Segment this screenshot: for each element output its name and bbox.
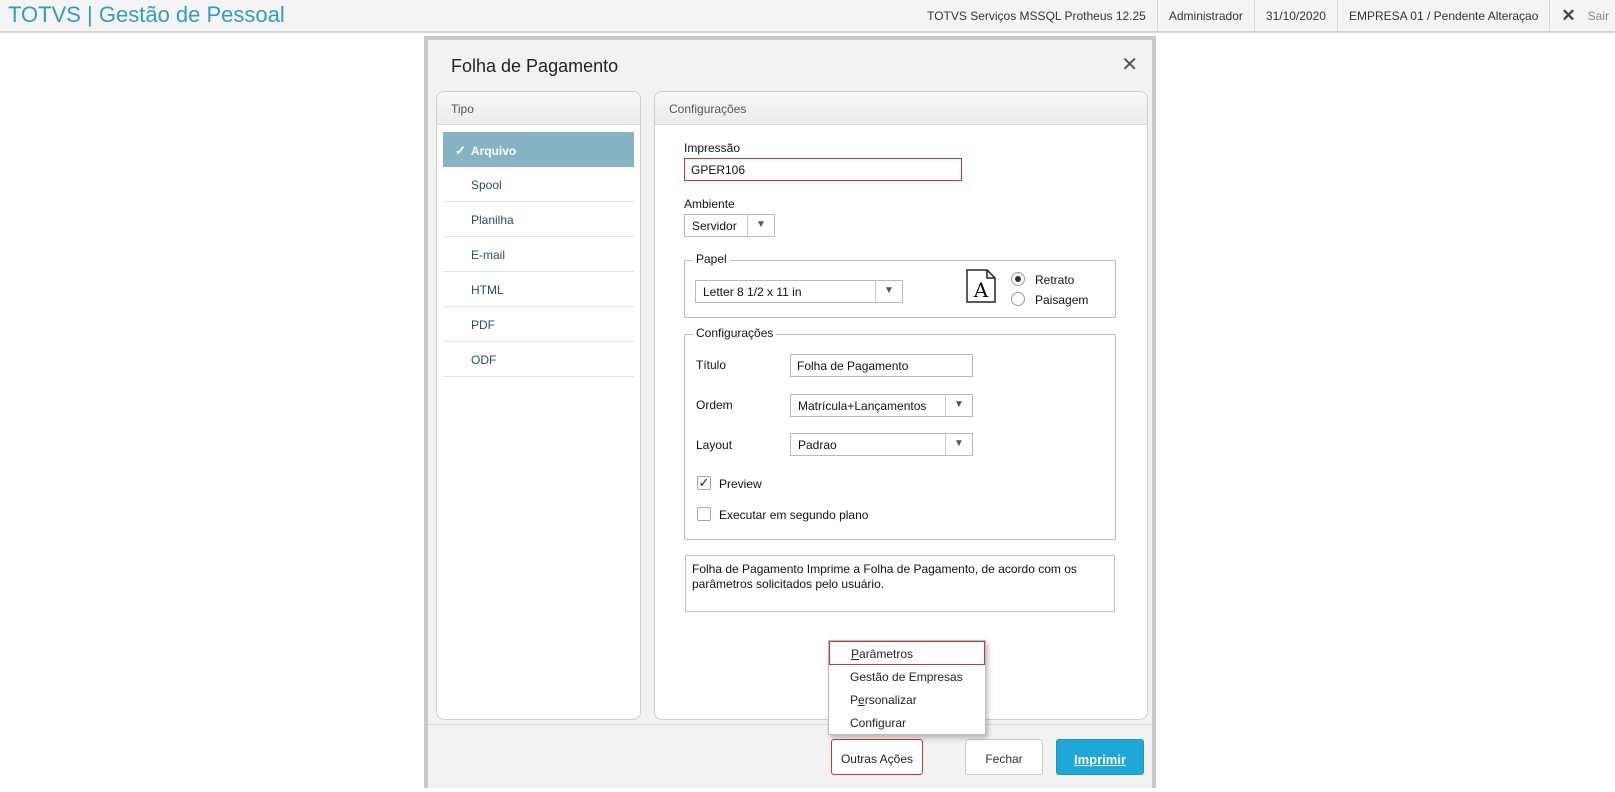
preview-checkbox[interactable]: ✓: [697, 476, 711, 490]
chevron-down-icon: ▼: [945, 395, 972, 416]
svg-text:A: A: [973, 278, 989, 302]
exit-label: Sair: [1587, 8, 1609, 23]
paper-select[interactable]: Letter 8 1/2 x 11 in ▼: [695, 280, 903, 303]
session-info: TOTVS Serviços MSSQL Protheus 12.25 Admi…: [916, 0, 1615, 31]
ambiente-value: Servidor: [692, 219, 737, 233]
background-label: Executar em segundo plano: [719, 508, 869, 522]
environment-info: TOTVS Serviços MSSQL Protheus 12.25: [927, 8, 1146, 23]
dialog-close-icon[interactable]: ✕: [1121, 52, 1138, 77]
top-bar: TOTVS | Gestão de Pessoal TOTVS Serviços…: [0, 0, 1615, 33]
chevron-down-icon: ▼: [747, 215, 774, 236]
layout-select[interactable]: Padrao ▼: [790, 433, 973, 456]
titulo-label: Título: [696, 358, 727, 372]
tipo-list: ✓ Arquivo Spool Planilha E-mail HTML PDF …: [443, 132, 634, 377]
retrato-label: Retrato: [1035, 273, 1075, 287]
fechar-button[interactable]: Fechar: [965, 739, 1043, 775]
tipo-item-arquivo[interactable]: ✓ Arquivo: [443, 132, 634, 167]
imprimir-label: Imprimir: [1073, 752, 1126, 767]
menu-item-configurar[interactable]: Configurar: [829, 711, 985, 734]
background-checkbox[interactable]: [697, 507, 711, 521]
outras-acoes-menu: Parâmetros Gestão de Empresas Personaliz…: [828, 640, 986, 735]
tipo-item-spool[interactable]: Spool: [443, 167, 634, 202]
app-title: TOTVS | Gestão de Pessoal: [8, 2, 285, 27]
config-header: Configurações: [655, 92, 1147, 125]
ordem-value: Matrícula+Lançamentos: [798, 399, 927, 413]
retrato-radio[interactable]: [1011, 272, 1025, 286]
titulo-input[interactable]: Folha de Pagamento: [790, 354, 973, 377]
exit-button[interactable]: ✕ Sair: [1549, 0, 1615, 31]
ambiente-select[interactable]: Servidor ▼: [684, 214, 775, 237]
config-panel: Configurações Impressão GPER106 Ambiente…: [654, 91, 1148, 720]
tipo-panel: Tipo ✓ Arquivo Spool Planilha E-mail HTML…: [436, 91, 641, 720]
description-text: Folha de Pagamento Imprime a Folha de Pa…: [685, 555, 1115, 612]
chevron-down-icon: ▼: [875, 281, 902, 302]
impressao-label: Impressão: [684, 141, 741, 155]
company-info[interactable]: EMPRESA 01 / Pendente Alteraçao: [1336, 0, 1549, 31]
paper-value: Letter 8 1/2 x 11 in: [703, 285, 802, 299]
ambiente-label: Ambiente: [684, 197, 735, 211]
print-dialog: Folha de Pagamento ✕ Tipo ✓ Arquivo Spool…: [424, 36, 1156, 788]
layout-label: Layout: [696, 438, 733, 452]
layout-value: Padrao: [798, 438, 837, 452]
tipo-item-html[interactable]: HTML: [443, 272, 634, 307]
ordem-select[interactable]: Matrícula+Lançamentos ▼: [790, 394, 973, 417]
check-icon: ✓: [455, 143, 466, 158]
configuracoes-group: Configurações Título Folha de Pagamento …: [684, 326, 1116, 540]
paisagem-label: Paisagem: [1035, 293, 1089, 307]
configuracoes-title: Configurações: [693, 326, 777, 340]
chevron-down-icon: ▼: [945, 434, 972, 455]
user-info: Administrador: [1156, 0, 1254, 31]
close-icon: ✕: [1561, 5, 1576, 25]
ordem-label: Ordem: [696, 398, 733, 412]
tipo-header: Tipo: [437, 92, 640, 125]
tipo-item-email[interactable]: E-mail: [443, 237, 634, 272]
date-info: 31/10/2020: [1253, 0, 1337, 31]
menu-item-parametros[interactable]: Parâmetros: [829, 641, 985, 665]
impressao-input[interactable]: GPER106: [684, 158, 962, 181]
tipo-item-planilha[interactable]: Planilha: [443, 202, 634, 237]
tipo-item-label: Arquivo: [470, 144, 517, 158]
imprimir-button[interactable]: Imprimir: [1056, 739, 1144, 775]
papel-title: Papel: [693, 252, 730, 266]
menu-item-gestao-empresas[interactable]: Gestão de Empresas: [829, 665, 985, 688]
paisagem-radio[interactable]: [1011, 292, 1025, 306]
outras-acoes-button[interactable]: Outras Ações: [831, 739, 923, 775]
papel-group: Papel Letter 8 1/2 x 11 in ▼ A Retrato P…: [684, 252, 1116, 318]
tipo-item-odf[interactable]: ODF: [443, 342, 634, 377]
dialog-title: Folha de Pagamento: [451, 56, 619, 76]
tipo-item-pdf[interactable]: PDF: [443, 307, 634, 342]
preview-label: Preview: [719, 477, 762, 491]
dialog-footer: Outras Ações Fechar Imprimir: [428, 724, 1152, 792]
menu-item-personalizar[interactable]: Personalizar: [829, 688, 985, 711]
page-portrait-icon: A: [966, 269, 996, 303]
